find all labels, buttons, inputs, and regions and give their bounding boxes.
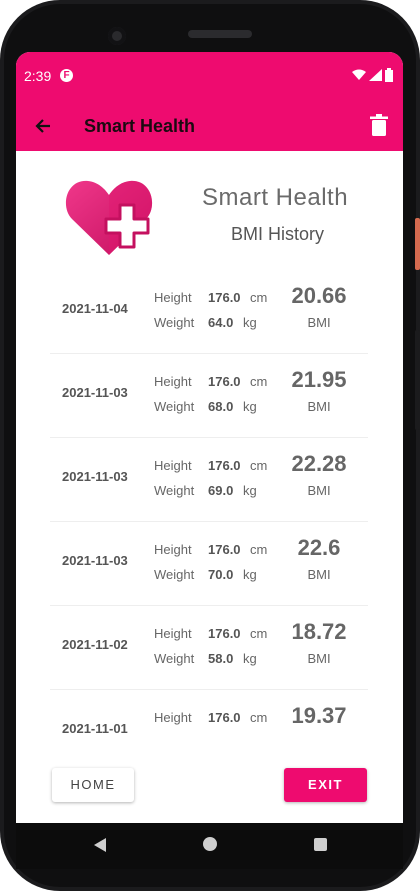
height-unit: cm — [250, 458, 268, 473]
signal-icon — [369, 69, 382, 81]
bmi-value: 20.66 — [291, 283, 347, 308]
exit-button[interactable]: EXIT — [284, 768, 367, 802]
weight-unit: kg — [243, 567, 257, 582]
height-label: Height — [154, 710, 192, 725]
weight-value: 58.0 — [208, 651, 234, 666]
height-unit: cm — [250, 542, 268, 557]
system-nav-bar — [16, 823, 403, 869]
nav-home-icon[interactable] — [203, 837, 217, 851]
weight-value: 68.0 — [208, 399, 234, 414]
history-row[interactable]: 2021-11-03 Height 176.0 cm Weight 70.0 k… — [50, 522, 368, 606]
history-row[interactable]: 2021-11-04 Height 176.0 cm Weight 64.0 k… — [50, 270, 368, 354]
history-row[interactable]: 2021-11-01 Height 176.0 cm 19.37 — [50, 690, 368, 773]
notification-f-icon: F — [60, 69, 73, 82]
height-value: 176.0 — [208, 290, 241, 305]
history-row[interactable]: 2021-11-03 Height 176.0 cm Weight 69.0 k… — [50, 438, 368, 522]
back-arrow-icon[interactable] — [32, 115, 54, 137]
trash-icon[interactable] — [369, 114, 389, 136]
heart-plus-logo-icon — [65, 180, 153, 255]
weight-label: Weight — [154, 483, 195, 498]
weight-value: 64.0 — [208, 315, 234, 330]
bmi-value: 22.28 — [291, 451, 347, 476]
bmi-value: 21.95 — [291, 367, 347, 392]
app-bar-title: Smart Health — [84, 116, 196, 136]
height-label: Height — [154, 290, 192, 305]
wifi-icon — [352, 69, 366, 80]
height-unit: cm — [250, 626, 268, 641]
weight-value: 69.0 — [208, 483, 234, 498]
app-bar: Smart Health — [16, 100, 403, 151]
bmi-label: BMI — [307, 651, 331, 666]
record-date: 2021-11-03 — [62, 385, 128, 400]
bmi-value: 18.72 — [291, 619, 347, 644]
height-label: Height — [154, 374, 192, 389]
app-screen: 2:39 F Smart Health Smart Health BMI His… — [16, 52, 403, 840]
weight-unit: kg — [243, 483, 257, 498]
weight-label: Weight — [154, 315, 195, 330]
weight-label: Weight — [154, 567, 195, 582]
bmi-label: BMI — [307, 399, 331, 414]
home-button[interactable]: HOME — [52, 768, 134, 802]
weight-label: Weight — [154, 399, 195, 414]
height-value: 176.0 — [208, 374, 241, 389]
status-time: 2:39 — [24, 68, 52, 84]
height-unit: cm — [250, 710, 268, 725]
front-camera — [108, 27, 126, 45]
record-date: 2021-11-03 — [62, 553, 128, 568]
height-unit: cm — [250, 374, 268, 389]
status-bar: 2:39 F — [16, 52, 403, 100]
page-title: Smart Health — [202, 184, 349, 211]
weight-label: Weight — [154, 651, 195, 666]
height-value: 176.0 — [208, 458, 241, 473]
earpiece-speaker — [188, 30, 252, 38]
record-date: 2021-11-02 — [62, 637, 128, 652]
bmi-label: BMI — [307, 315, 331, 330]
status-icons — [352, 68, 393, 82]
bmi-label: BMI — [307, 483, 331, 498]
bmi-value: 19.37 — [291, 703, 347, 728]
volume-button — [415, 330, 420, 430]
record-date: 2021-11-03 — [62, 469, 128, 484]
height-value: 176.0 — [208, 710, 241, 725]
weight-unit: kg — [243, 651, 257, 666]
history-row[interactable]: 2021-11-03 Height 176.0 cm Weight 68.0 k… — [50, 354, 368, 438]
weight-unit: kg — [243, 315, 257, 330]
weight-value: 70.0 — [208, 567, 234, 582]
bmi-label: BMI — [307, 567, 331, 582]
battery-icon — [385, 68, 393, 82]
record-date: 2021-11-01 — [62, 721, 128, 736]
height-unit: cm — [250, 290, 268, 305]
bmi-history-list: 2021-11-04 Height 176.0 cm Weight 64.0 k… — [50, 270, 368, 773]
height-label: Height — [154, 542, 192, 557]
nav-back-icon[interactable] — [92, 837, 108, 853]
page-subtitle: BMI History — [231, 224, 325, 244]
height-label: Height — [154, 626, 192, 641]
height-label: Height — [154, 458, 192, 473]
record-date: 2021-11-04 — [62, 301, 128, 316]
bmi-value: 22.6 — [297, 535, 341, 560]
height-value: 176.0 — [208, 626, 241, 641]
height-value: 176.0 — [208, 542, 241, 557]
nav-recents-icon[interactable] — [314, 838, 327, 851]
history-row[interactable]: 2021-11-02 Height 176.0 cm Weight 58.0 k… — [50, 606, 368, 690]
power-button — [415, 218, 420, 270]
weight-unit: kg — [243, 399, 257, 414]
